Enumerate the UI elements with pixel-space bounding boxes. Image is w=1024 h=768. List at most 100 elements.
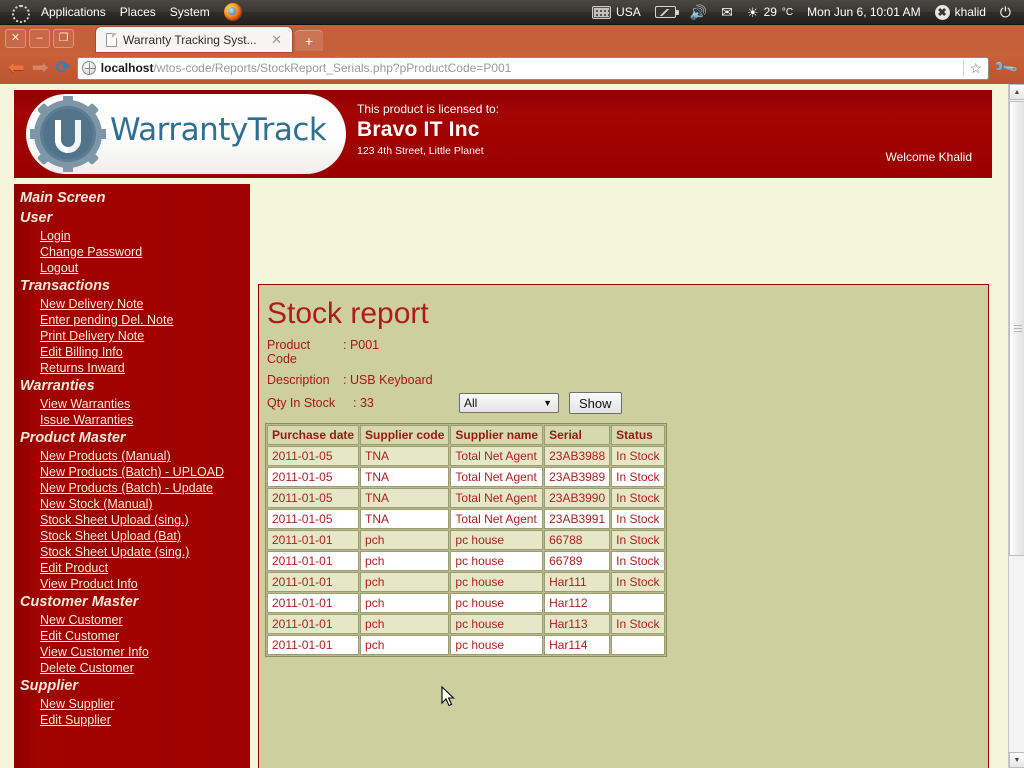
panel-menu-system[interactable]: System [163,2,217,23]
table-cell: pch [360,530,450,550]
table-cell: Har111 [544,572,611,592]
scrollbar-thumb[interactable] [1009,101,1024,556]
status-filter-select[interactable]: All ▼ [459,393,559,413]
site-banner: WarrantyTrack This product is licensed t… [14,90,992,178]
sidebar-group-customer-master: Customer Master [20,594,139,610]
table-cell: 2011-01-05 [267,446,360,466]
sun-icon: ☀ [746,4,759,20]
envelope-icon: ✉ [721,4,733,20]
show-button[interactable]: Show [569,392,622,414]
panel-menu-places[interactable]: Places [113,2,163,23]
weather-unit: °C [781,6,794,18]
table-cell: pch [360,572,450,592]
sidebar-item-stock-sheet-upload-bat[interactable]: Stock Sheet Upload (Bat) [14,528,250,544]
tab-title: Warranty Tracking Syst... [123,32,257,47]
power-menu-button[interactable]: ⏻ [993,2,1018,23]
scroll-up-arrow-icon[interactable]: ▲ [1009,84,1024,100]
scroll-down-arrow-icon[interactable]: ▼ [1009,752,1024,768]
table-row: 2011-01-05 TNA Total Net Agent 23AB3989 In S… [267,467,665,487]
weather-indicator[interactable]: ☀ 29 °C [740,2,800,23]
site-logo[interactable]: WarrantyTrack [26,94,346,174]
keyboard-layout-label: USA [616,5,641,19]
tabs-area: Warranty Tracking Syst... ✕ + [96,25,323,52]
table-row: 2011-01-01 pch pc house Har112 [267,593,665,613]
table-cell: 2011-01-01 [267,572,360,592]
sidebar-item-returns-inward[interactable]: Returns Inward [14,360,250,376]
table-column-header: Status [611,425,665,445]
table-column-header: Supplier code [360,425,450,445]
sidebar-item-new-customer[interactable]: New Customer [14,612,250,628]
page-vertical-scrollbar[interactable]: ▲ ▼ [1008,84,1024,768]
keyboard-indicator[interactable]: USA [585,2,648,23]
table-cell: pc house [450,635,544,655]
product-code-label: Product Code [267,338,311,366]
user-menu[interactable]: ✖ khalid [928,2,993,23]
content-panel: Stock report Product Code : P001 Descrip… [258,284,989,768]
ubuntu-menu-button[interactable] [4,2,34,23]
sidebar-group-main-screen[interactable]: Main Screen [14,188,250,208]
sidebar-item-new-products-manual[interactable]: New Products (Manual) [14,448,250,464]
sidebar-item-edit-billing-info[interactable]: Edit Billing Info [14,344,250,360]
volume-indicator[interactable]: 🔊 [683,2,714,23]
browser-tab[interactable]: Warranty Tracking Syst... ✕ [96,27,292,52]
weather-temperature: 29 [763,5,777,19]
sidebar-item-change-password[interactable]: Change Password [14,244,250,260]
sidebar-item-stock-sheet-update-sing[interactable]: Stock Sheet Update (sing.) [14,544,250,560]
battery-indicator[interactable] [648,2,683,23]
window-minimize-button[interactable]: – [29,29,50,48]
tab-close-icon[interactable]: ✕ [269,32,284,48]
places-menu-label: Places [119,5,156,19]
user-name-label: khalid [954,5,986,19]
sidebar-item-new-stock-manual[interactable]: New Stock (Manual) [14,496,250,512]
table-column-header: Serial [544,425,611,445]
tab-strip: ✕ – ❐ Warranty Tracking Syst... ✕ + [0,25,1024,52]
sidebar-group-warranties: Warranties [20,378,95,394]
table-row: 2011-01-01 pch pc house Har111 In Stock [267,572,665,592]
table-head: Purchase date Supplier code Supplier name S… [267,425,665,445]
system-menu-label: System [169,5,210,19]
back-arrow-icon[interactable]: ⬅ [8,58,25,78]
filter-row: Qty In Stock : 33 All ▼ Show [259,392,988,414]
panel-menu-applications[interactable]: Applications [34,2,113,23]
sidebar-item-edit-customer[interactable]: Edit Customer [14,628,250,644]
sidebar-item-edit-supplier[interactable]: Edit Supplier [14,712,250,728]
page-viewport: WarrantyTrack This product is licensed t… [0,84,1024,768]
table-cell: pc house [450,551,544,571]
mail-indicator[interactable]: ✉ [714,2,740,23]
window-controls: ✕ – ❐ [5,29,74,48]
sidebar-item-logout[interactable]: Logout [14,260,250,276]
sidebar-item-new-delivery-note[interactable]: New Delivery Note [14,296,250,312]
ubuntu-logo-icon [11,4,30,23]
sidebar-item-new-supplier[interactable]: New Supplier [14,696,250,712]
sidebar-item-print-delivery-note[interactable]: Print Delivery Note [14,328,250,344]
new-tab-button[interactable]: + [295,30,323,51]
sidebar-item-delete-customer[interactable]: Delete Customer [14,660,250,676]
sidebar-item-enter-pending-del-note[interactable]: Enter pending Del. Note [14,312,250,328]
window-maximize-button[interactable]: ❐ [53,29,74,48]
window-close-button[interactable]: ✕ [5,29,26,48]
sidebar-item-view-product-info[interactable]: View Product Info [14,576,250,592]
page-title: Stock report [267,297,429,330]
navigation-toolbar: ⬅ ➡ ⟳ localhost/wtos-code/Reports/StockR… [0,52,1024,84]
reload-icon[interactable]: ⟳ [56,58,70,78]
sidebar-item-view-customer-info[interactable]: View Customer Info [14,644,250,660]
wrench-icon[interactable]: 🔧 [992,54,1020,82]
sidebar-item-new-products-batch-update[interactable]: New Products (Batch) - Update [14,480,250,496]
sidebar-item-edit-product[interactable]: Edit Product [14,560,250,576]
url-bar[interactable]: localhost/wtos-code/Reports/StockReport_… [76,56,990,80]
forward-arrow-icon[interactable]: ➡ [32,58,49,78]
logo-text-track: Track [247,112,327,148]
sidebar-item-issue-warranties[interactable]: Issue Warranties [14,412,250,428]
applications-menu-label: Applications [41,5,106,19]
clock-indicator[interactable]: Mon Jun 6, 10:01 AM [800,2,927,23]
sidebar-item-new-products-batch-upload[interactable]: New Products (Batch) - UPLOAD [14,464,250,480]
bookmark-star-icon[interactable]: ☆ [962,59,985,77]
sidebar-item-stock-sheet-upload-sing[interactable]: Stock Sheet Upload (sing.) [14,512,250,528]
sidebar-item-login[interactable]: Login [14,228,250,244]
license-address: 123 4th Street, Little Planet [357,145,484,157]
sidebar-item-view-warranties[interactable]: View Warranties [14,396,250,412]
firefox-launcher[interactable] [217,2,249,23]
firefox-icon [223,3,242,21]
license-info: This product is licensed to: Bravo IT In… [357,102,499,157]
description-label: Description [267,373,330,387]
